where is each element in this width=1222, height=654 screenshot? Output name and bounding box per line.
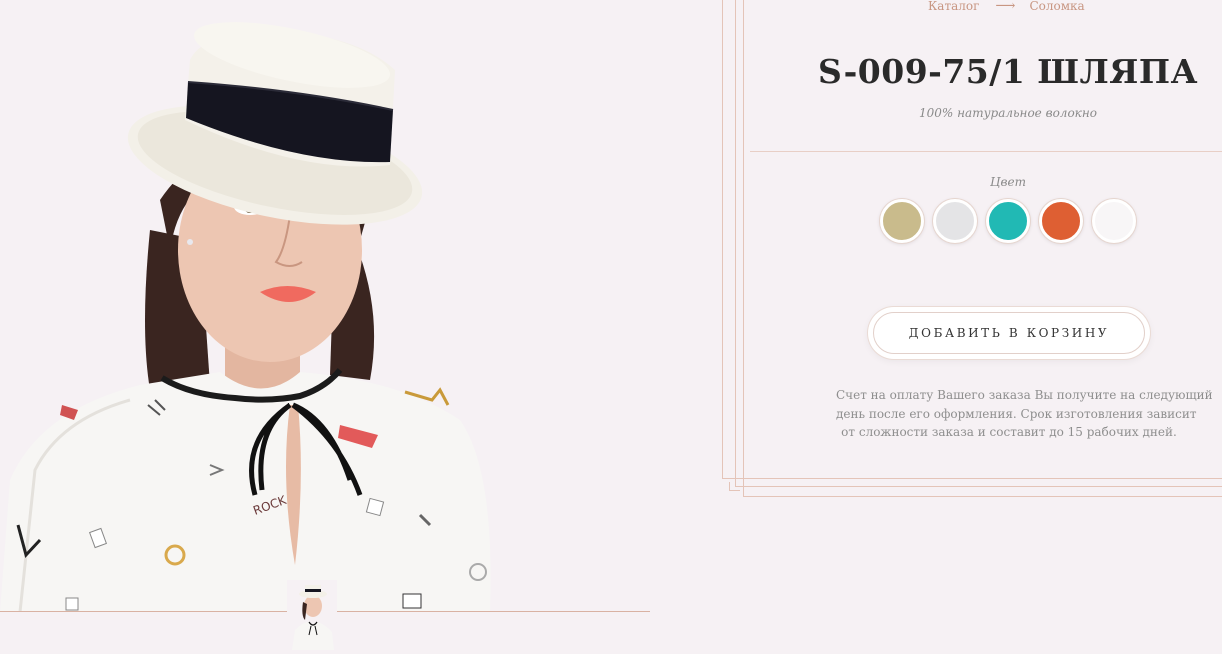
product-photo: ROCK <box>0 0 650 612</box>
color-label: Цвет <box>990 175 1026 189</box>
swatch-orange[interactable] <box>1039 199 1083 243</box>
color-swatches <box>880 199 1136 243</box>
add-to-cart-label: ДОБАВИТЬ В КОРЗИНУ <box>908 326 1110 340</box>
swatch-white[interactable] <box>1092 199 1136 243</box>
order-note: Счет на оплату Вашего заказа Вы получите… <box>836 386 1213 442</box>
product-title: S-009-75/1 ШЛЯПА <box>818 52 1198 92</box>
add-to-cart-button[interactable]: ДОБАВИТЬ В КОРЗИНУ <box>868 307 1150 359</box>
order-note-line: от сложности заказа и составит до 15 раб… <box>841 425 1177 439</box>
product-thumbnail[interactable] <box>287 580 337 650</box>
breadcrumb-catalog[interactable]: Каталог <box>928 0 979 13</box>
swatch-beige[interactable] <box>880 199 924 243</box>
breadcrumb: Каталог ⟶ Соломка <box>928 0 1085 14</box>
divider <box>750 151 1222 152</box>
order-note-line: день после его оформления. Срок изготовл… <box>836 406 1197 421</box>
breadcrumb-straw[interactable]: Соломка <box>1029 0 1084 13</box>
swatch-light-grey[interactable] <box>933 199 977 243</box>
product-composition: 100% натуральное волокно <box>919 106 1097 120</box>
frame-corner <box>729 482 740 491</box>
breadcrumb-arrow-icon: ⟶ <box>995 0 1016 14</box>
swatch-turquoise[interactable] <box>986 199 1030 243</box>
order-note-line: Счет на оплату Вашего заказа Вы получите… <box>836 388 1213 402</box>
